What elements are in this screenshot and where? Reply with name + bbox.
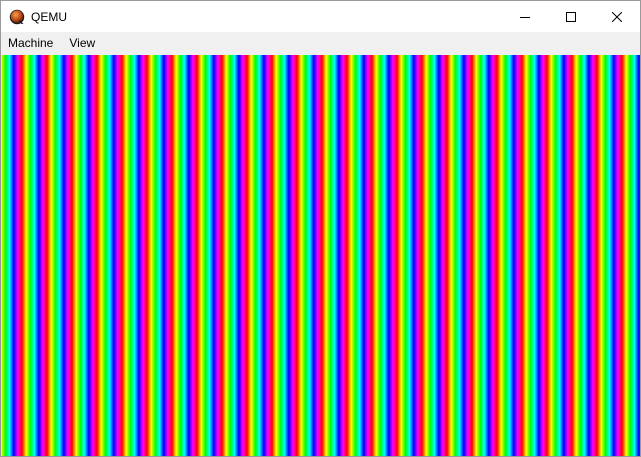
menu-bar: Machine View [1, 32, 640, 55]
menu-machine[interactable]: Machine [1, 32, 61, 55]
close-icon [612, 11, 622, 22]
window-title: QEMU [31, 10, 67, 24]
minimize-icon [520, 16, 530, 18]
vm-display[interactable] [1, 55, 640, 456]
maximize-icon [566, 11, 576, 22]
minimize-button[interactable] [502, 1, 548, 32]
qemu-logo-icon [9, 9, 25, 25]
rainbow-stripe-pattern [1, 55, 640, 456]
menu-view[interactable]: View [61, 32, 103, 55]
title-bar[interactable]: QEMU [1, 1, 640, 32]
close-button[interactable] [594, 1, 640, 32]
qemu-window: QEMU Machine View [0, 0, 641, 457]
maximize-button[interactable] [548, 1, 594, 32]
